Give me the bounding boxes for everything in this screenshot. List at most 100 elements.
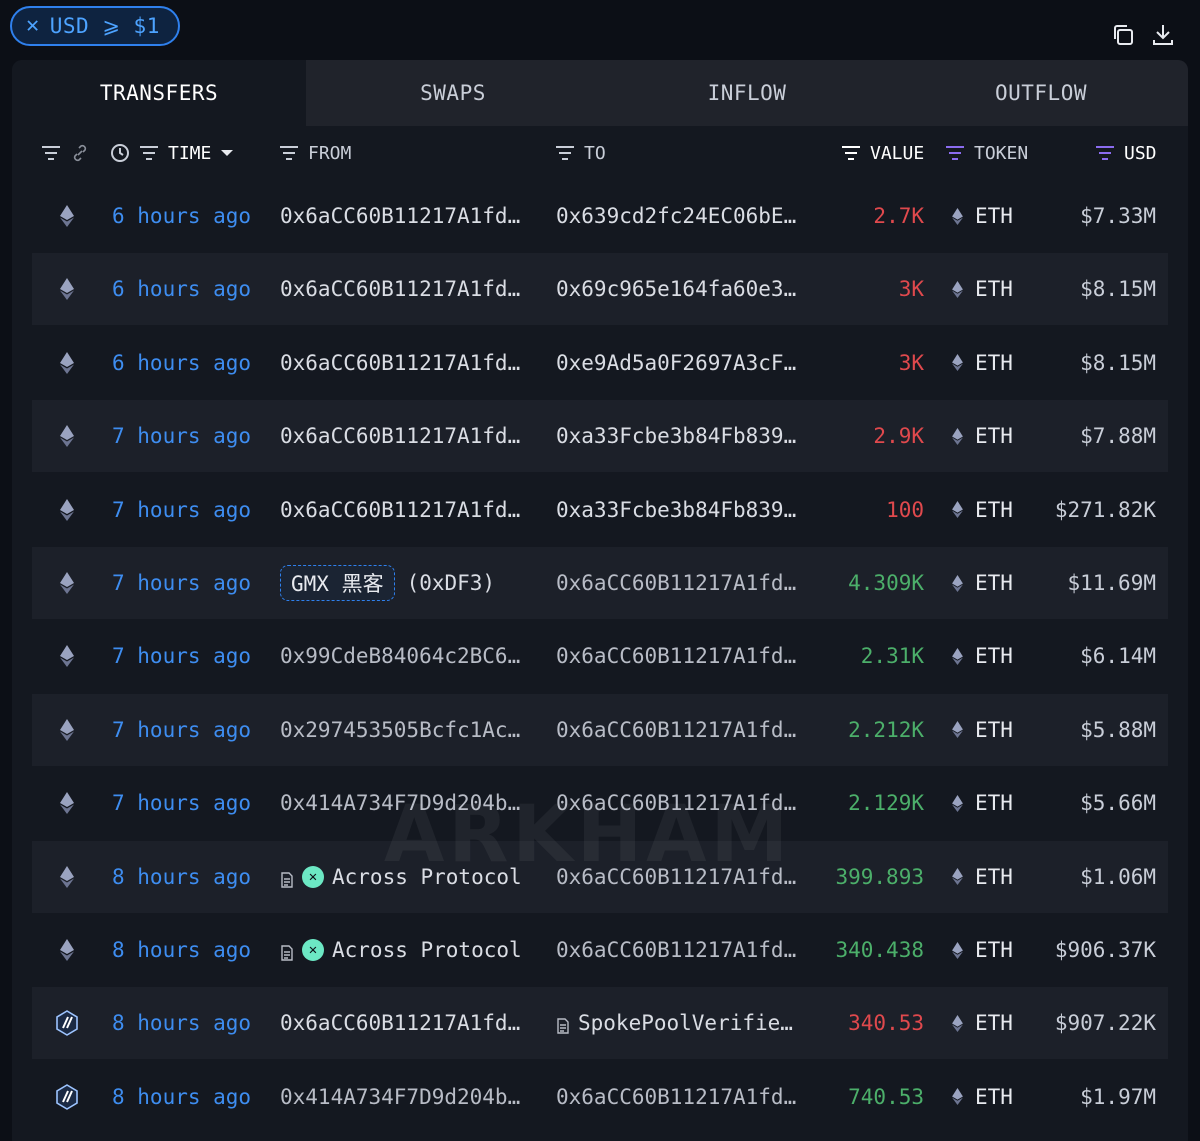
time-column-header[interactable]: TIME <box>110 126 235 180</box>
time-link[interactable]: 6 hours ago <box>112 253 262 325</box>
from-column-header[interactable]: FROM <box>278 126 351 180</box>
from-entity[interactable]: ✕ Across Protocol <box>280 914 538 986</box>
to-address[interactable]: 0x639cd2fc24EC06bE… <box>556 180 818 252</box>
table-row[interactable]: 6 hours ago 0x6aCC60B11217A1fd… 0x639cd2fc… <box>32 180 1168 252</box>
token-symbol[interactable]: ETH <box>975 841 1035 913</box>
table-row[interactable]: 8 hours ago 0x6aCC60B11217A1fd… SpokePoolV… <box>32 987 1168 1060</box>
value-amount: 2.129K <box>848 791 924 816</box>
filter-icon <box>1096 146 1114 160</box>
chain-filter-header[interactable] <box>40 126 90 180</box>
from-protocol-name: Across Protocol <box>332 938 522 962</box>
time-link[interactable]: 7 hours ago <box>112 767 262 839</box>
to-address[interactable]: 0xa33Fcbe3b84Fb839… <box>556 474 818 546</box>
from-address[interactable]: 0x6aCC60B11217A1fd… <box>280 987 538 1059</box>
table-header: TIME FROM TO VALUE TOKEN USD <box>12 126 1188 180</box>
to-address[interactable]: 0x6aCC60B11217A1fd… <box>556 914 818 986</box>
from-address[interactable]: 0x6aCC60B11217A1fd… <box>280 327 538 399</box>
download-icon[interactable] <box>1150 22 1176 48</box>
usd-filter-chip[interactable]: ✕ USD ⩾ $1 <box>10 6 180 46</box>
token-symbol[interactable]: ETH <box>975 327 1035 399</box>
time-link[interactable]: 6 hours ago <box>112 327 262 399</box>
token-symbol[interactable]: ETH <box>975 620 1035 692</box>
usd-column-header[interactable]: USD <box>1094 126 1157 180</box>
ethereum-icon <box>54 400 80 472</box>
from-address[interactable]: 0x99CdeB84064c2BC6… <box>280 620 538 692</box>
table-row[interactable]: 7 hours ago 0x297453505Bcfc1Ac… 0x6aCC60B1… <box>32 693 1168 766</box>
token-symbol[interactable]: ETH <box>975 400 1035 472</box>
token-symbol[interactable]: ETH <box>975 914 1035 986</box>
to-address[interactable]: 0x6aCC60B11217A1fd… <box>556 620 818 692</box>
to-address[interactable]: 0x6aCC60B11217A1fd… <box>556 1061 818 1133</box>
value-amount: 399.893 <box>835 864 924 889</box>
to-address[interactable]: 0x6aCC60B11217A1fd… <box>556 547 818 619</box>
token-symbol[interactable]: ETH <box>975 547 1035 619</box>
to-address[interactable]: 0x6aCC60B11217A1fd… <box>556 694 818 766</box>
time-link[interactable]: 7 hours ago <box>112 400 262 472</box>
value-amount: 3K <box>898 277 924 302</box>
arbitrum-icon <box>54 1061 80 1133</box>
eth-token-icon <box>950 327 964 399</box>
table-row[interactable]: 8 hours ago ✕ Across Protocol 0x6aCC60B1121… <box>32 914 1168 986</box>
table-row[interactable]: 7 hours ago 0x6aCC60B11217A1fd… 0xa33Fcbe3… <box>32 474 1168 546</box>
token-column-header[interactable]: TOKEN <box>944 126 1028 180</box>
tab-outflow[interactable]: OUTFLOW <box>894 60 1188 126</box>
ethereum-icon <box>54 620 80 692</box>
usd-amount: $7.33M <box>1080 204 1156 228</box>
token-symbol[interactable]: ETH <box>975 1061 1035 1133</box>
token-symbol[interactable]: ETH <box>975 987 1035 1059</box>
token-symbol[interactable]: ETH <box>975 694 1035 766</box>
entity-tag[interactable]: GMX 黑客 <box>280 565 395 601</box>
tab-transfers[interactable]: TRANSFERS <box>12 60 306 126</box>
to-address[interactable]: 0xa33Fcbe3b84Fb839… <box>556 400 818 472</box>
value-amount: 2.7K <box>873 204 924 228</box>
value-column-header[interactable]: VALUE <box>840 126 924 180</box>
tab-swaps[interactable]: SWAPS <box>306 60 600 126</box>
value-amount: 340.53 <box>848 1011 924 1036</box>
table-row[interactable]: 7 hours ago 0x6aCC60B11217A1fd… 0xa33Fcbe3… <box>32 400 1168 473</box>
to-column-header[interactable]: TO <box>554 126 606 180</box>
usd-amount: $1.06M <box>1080 864 1156 889</box>
time-link[interactable]: 8 hours ago <box>112 987 262 1059</box>
value-amount: 2.212K <box>848 717 924 742</box>
time-link[interactable]: 8 hours ago <box>112 841 262 913</box>
arbitrum-icon <box>54 987 80 1059</box>
time-link[interactable]: 8 hours ago <box>112 1061 262 1133</box>
eth-token-icon <box>950 547 964 619</box>
from-address[interactable]: 0x6aCC60B11217A1fd… <box>280 400 538 472</box>
ethereum-icon <box>54 253 80 325</box>
close-icon[interactable]: ✕ <box>26 15 40 37</box>
ethereum-icon <box>54 180 80 252</box>
filter-icon <box>140 146 158 160</box>
to-address[interactable]: 0x69c965e164fa60e3… <box>556 253 818 325</box>
tab-inflow[interactable]: INFLOW <box>600 60 894 126</box>
from-entity[interactable]: GMX 黑客 (0xDF3) <box>280 547 538 619</box>
to-address[interactable]: 0xe9Ad5a0F2697A3cF… <box>556 327 818 399</box>
table-row[interactable]: 7 hours ago 0x99CdeB84064c2BC6… 0x6aCC60B1… <box>32 620 1168 692</box>
to-contract[interactable]: SpokePoolVerifie… <box>556 987 818 1059</box>
table-row[interactable]: 7 hours ago GMX 黑客 (0xDF3) 0x6aCC60B11217A1… <box>32 547 1168 619</box>
token-symbol[interactable]: ETH <box>975 253 1035 325</box>
from-address[interactable]: 0x6aCC60B11217A1fd… <box>280 474 538 546</box>
table-row[interactable]: 6 hours ago 0x6aCC60B11217A1fd… 0x69c965e1… <box>32 253 1168 326</box>
time-link[interactable]: 7 hours ago <box>112 620 262 692</box>
from-address[interactable]: 0x414A734F7D9d204b… <box>280 1061 538 1133</box>
token-symbol[interactable]: ETH <box>975 474 1035 546</box>
from-address[interactable]: 0x6aCC60B11217A1fd… <box>280 253 538 325</box>
time-link[interactable]: 8 hours ago <box>112 914 262 986</box>
usd-amount: $11.69M <box>1067 571 1156 595</box>
time-link[interactable]: 6 hours ago <box>112 180 262 252</box>
table-row[interactable]: 8 hours ago 0x414A734F7D9d204b… 0x6aCC60B1… <box>32 1061 1168 1133</box>
time-link[interactable]: 7 hours ago <box>112 694 262 766</box>
time-link[interactable]: 7 hours ago <box>112 547 262 619</box>
table-row[interactable]: 6 hours ago 0x6aCC60B11217A1fd… 0xe9Ad5a0F… <box>32 327 1168 399</box>
copy-icon[interactable] <box>1110 22 1136 48</box>
from-address[interactable]: 0x297453505Bcfc1Ac… <box>280 694 538 766</box>
token-symbol[interactable]: ETH <box>975 180 1035 252</box>
from-address[interactable]: 0x6aCC60B11217A1fd… <box>280 180 538 252</box>
token-symbol[interactable]: ETH <box>975 767 1035 839</box>
usd-amount: $8.15M <box>1080 350 1156 375</box>
arkham-watermark: ARKHAM <box>384 790 793 880</box>
to-header-label: TO <box>584 142 606 164</box>
time-link[interactable]: 7 hours ago <box>112 474 262 546</box>
filter-icon <box>946 146 964 160</box>
